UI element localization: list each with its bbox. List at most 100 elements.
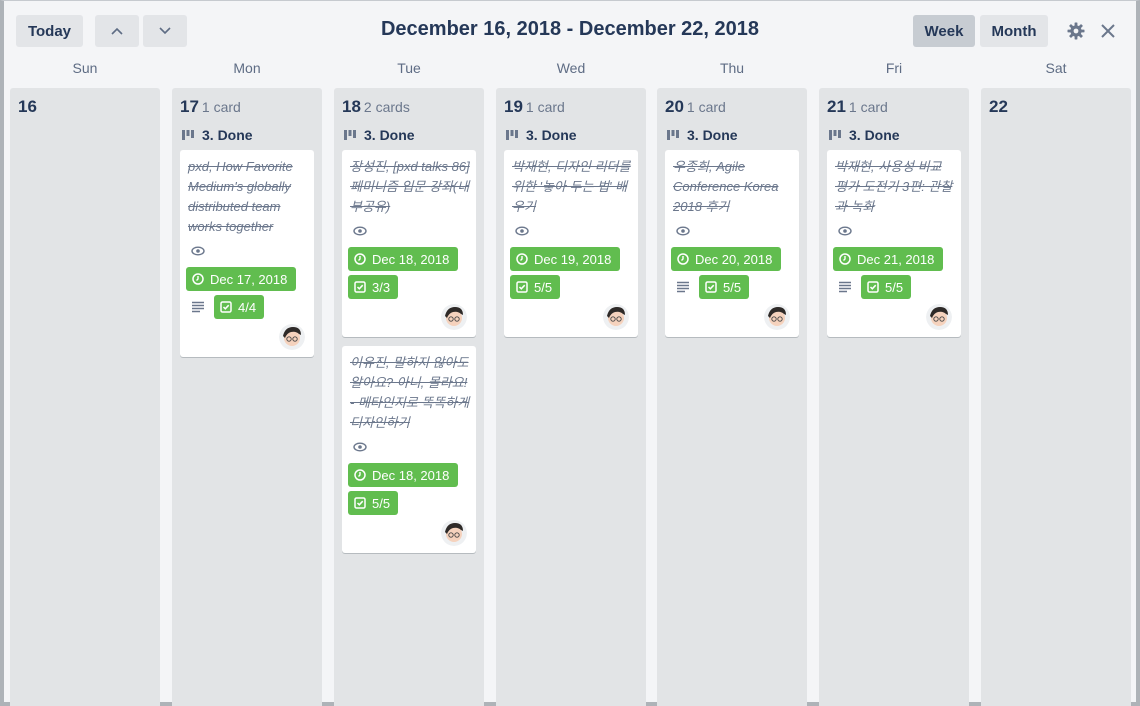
avatar[interactable] — [926, 304, 952, 330]
date-range-title: December 16, 2018 - December 22, 2018 — [380, 18, 760, 40]
card-count: 1 card — [848, 99, 888, 115]
list-name: 3. Done — [667, 127, 738, 143]
next-week-button[interactable] — [143, 15, 187, 47]
avatar[interactable] — [603, 304, 629, 330]
description-icon — [839, 281, 851, 293]
day-column-tue[interactable]: 18 2 cards 3. Done 장성진, [pxd talks 86] 페미… — [334, 88, 484, 706]
avatar[interactable] — [764, 304, 790, 330]
card-fri[interactable]: 박재현, 사용성 비교 평가 도전기 3편: 관찰과 녹화 Dec 21, 20… — [827, 150, 961, 337]
previous-week-button[interactable] — [95, 15, 139, 47]
day-number: 21 1 card — [827, 97, 888, 116]
checklist-badge: 3/3 — [348, 275, 399, 299]
day-number: 19 1 card — [504, 97, 565, 116]
day-name-sun: Sun — [72, 60, 98, 76]
checklist-badge: 5/5 — [861, 275, 912, 299]
close-button[interactable] — [1097, 20, 1119, 42]
day-number: 16 — [18, 97, 37, 116]
eye-icon — [353, 442, 367, 452]
card-tue-2[interactable]: 이유진, 말하지 않아도 알아요? 아니, 몰라요! - 메타인지로 똑똑하게 … — [342, 346, 476, 553]
day-number: 18 2 cards — [342, 97, 410, 116]
day-number: 20 1 card — [665, 97, 726, 116]
card-wed[interactable]: 박재현, 디자인 리더를 위한 '놓아 두는 법' 배우기 Dec 19, 20… — [504, 150, 638, 337]
checkbox-icon — [220, 301, 232, 313]
card-title: 박재현, 사용성 비교 평가 도전기 3편: 관찰과 녹화 — [835, 159, 953, 214]
description-icon — [677, 281, 689, 293]
card-title: 우종희, Agile Conference Korea 2018 후기 — [673, 159, 779, 214]
description-icon — [192, 301, 204, 313]
list-icon — [506, 130, 518, 140]
day-column-thu[interactable]: 20 1 card 3. Done 우종희, Agile Conference K… — [657, 88, 807, 706]
checklist-badge: 5/5 — [510, 275, 561, 299]
day-number: 22 — [989, 97, 1008, 116]
list-icon — [182, 130, 194, 140]
card-thu[interactable]: 우종희, Agile Conference Korea 2018 후기 Dec … — [665, 150, 799, 337]
week-view-button[interactable]: Week — [913, 15, 975, 47]
day-column-sun[interactable]: 16 — [10, 88, 160, 706]
settings-button[interactable] — [1065, 20, 1087, 42]
clock-icon — [516, 253, 528, 265]
day-column-sat[interactable]: 22 — [981, 88, 1131, 706]
checkbox-icon — [867, 281, 879, 293]
list-name: 3. Done — [182, 127, 253, 143]
checkbox-icon — [354, 281, 366, 293]
eye-icon — [353, 226, 367, 236]
eye-icon — [515, 226, 529, 236]
chevron-up-icon — [111, 27, 123, 35]
day-name-wed: Wed — [556, 60, 586, 76]
checklist-badge: 5/5 — [699, 275, 750, 299]
eye-icon — [838, 226, 852, 236]
chevron-down-icon — [159, 27, 171, 35]
list-icon — [344, 130, 356, 140]
card-count: 2 cards — [363, 99, 410, 115]
day-name-sat: Sat — [1045, 60, 1067, 76]
card-count: 1 card — [686, 99, 726, 115]
clock-icon — [677, 253, 689, 265]
list-icon — [667, 130, 679, 140]
avatar[interactable] — [441, 304, 467, 330]
list-icon — [829, 130, 841, 140]
checklist-badge: 4/4 — [214, 295, 265, 319]
day-name-tue: Tue — [397, 60, 421, 76]
month-view-button[interactable]: Month — [980, 15, 1048, 47]
card-tue-1[interactable]: 장성진, [pxd talks 86] 페미니즘 입문 강좌(내부공유) Dec… — [342, 150, 476, 337]
due-date-badge[interactable]: Dec 20, 2018 — [671, 247, 782, 271]
calendar-header: Today December 16, 2018 - December 22, 2… — [0, 0, 1140, 60]
list-name: 3. Done — [506, 127, 577, 143]
card-title: pxd, How Favorite Medium's globally dist… — [188, 159, 293, 234]
card-title: 박재현, 디자인 리더를 위한 '놓아 두는 법' 배우기 — [512, 159, 631, 214]
card-count: 1 card — [525, 99, 565, 115]
card-count: 1 card — [201, 99, 241, 115]
due-date-badge[interactable]: Dec 17, 2018 — [186, 267, 297, 291]
gear-icon — [1067, 22, 1085, 40]
clock-icon — [354, 253, 366, 265]
checklist-badge: 5/5 — [348, 491, 399, 515]
due-date-badge[interactable]: Dec 18, 2018 — [348, 247, 459, 271]
checkbox-icon — [354, 497, 366, 509]
list-name: 3. Done — [344, 127, 415, 143]
card-mon[interactable]: pxd, How Favorite Medium's globally dist… — [180, 150, 314, 357]
day-column-mon[interactable]: 17 1 card 3. Done pxd, How Favorite Mediu… — [172, 88, 322, 706]
checkbox-icon — [705, 281, 717, 293]
eye-icon — [191, 246, 205, 256]
clock-icon — [192, 273, 204, 285]
today-button[interactable]: Today — [16, 15, 83, 47]
clock-icon — [839, 253, 851, 265]
due-date-badge[interactable]: Dec 18, 2018 — [348, 463, 459, 487]
day-column-wed[interactable]: 19 1 card 3. Done 박재현, 디자인 리더를 위한 '놓아 두는 … — [496, 88, 646, 706]
avatar[interactable] — [279, 324, 305, 350]
eye-icon — [676, 226, 690, 236]
clock-icon — [354, 469, 366, 481]
day-name-thu: Thu — [719, 60, 745, 76]
close-icon — [1101, 24, 1115, 38]
day-name-mon: Mon — [233, 60, 261, 76]
due-date-badge[interactable]: Dec 21, 2018 — [833, 247, 944, 271]
list-name: 3. Done — [829, 127, 900, 143]
checkbox-icon — [516, 281, 528, 293]
avatar[interactable] — [441, 520, 467, 546]
card-title: 장성진, [pxd talks 86] 페미니즘 입문 강좌(내부공유) — [350, 159, 470, 214]
due-date-badge[interactable]: Dec 19, 2018 — [510, 247, 621, 271]
day-name-fri: Fri — [885, 60, 903, 76]
day-column-fri[interactable]: 21 1 card 3. Done 박재현, 사용성 비교 평가 도전기 3편: … — [819, 88, 969, 706]
day-number: 17 1 card — [180, 97, 241, 116]
card-title: 이유진, 말하지 않아도 알아요? 아니, 몰라요! - 메타인지로 똑똑하게 … — [350, 355, 470, 430]
